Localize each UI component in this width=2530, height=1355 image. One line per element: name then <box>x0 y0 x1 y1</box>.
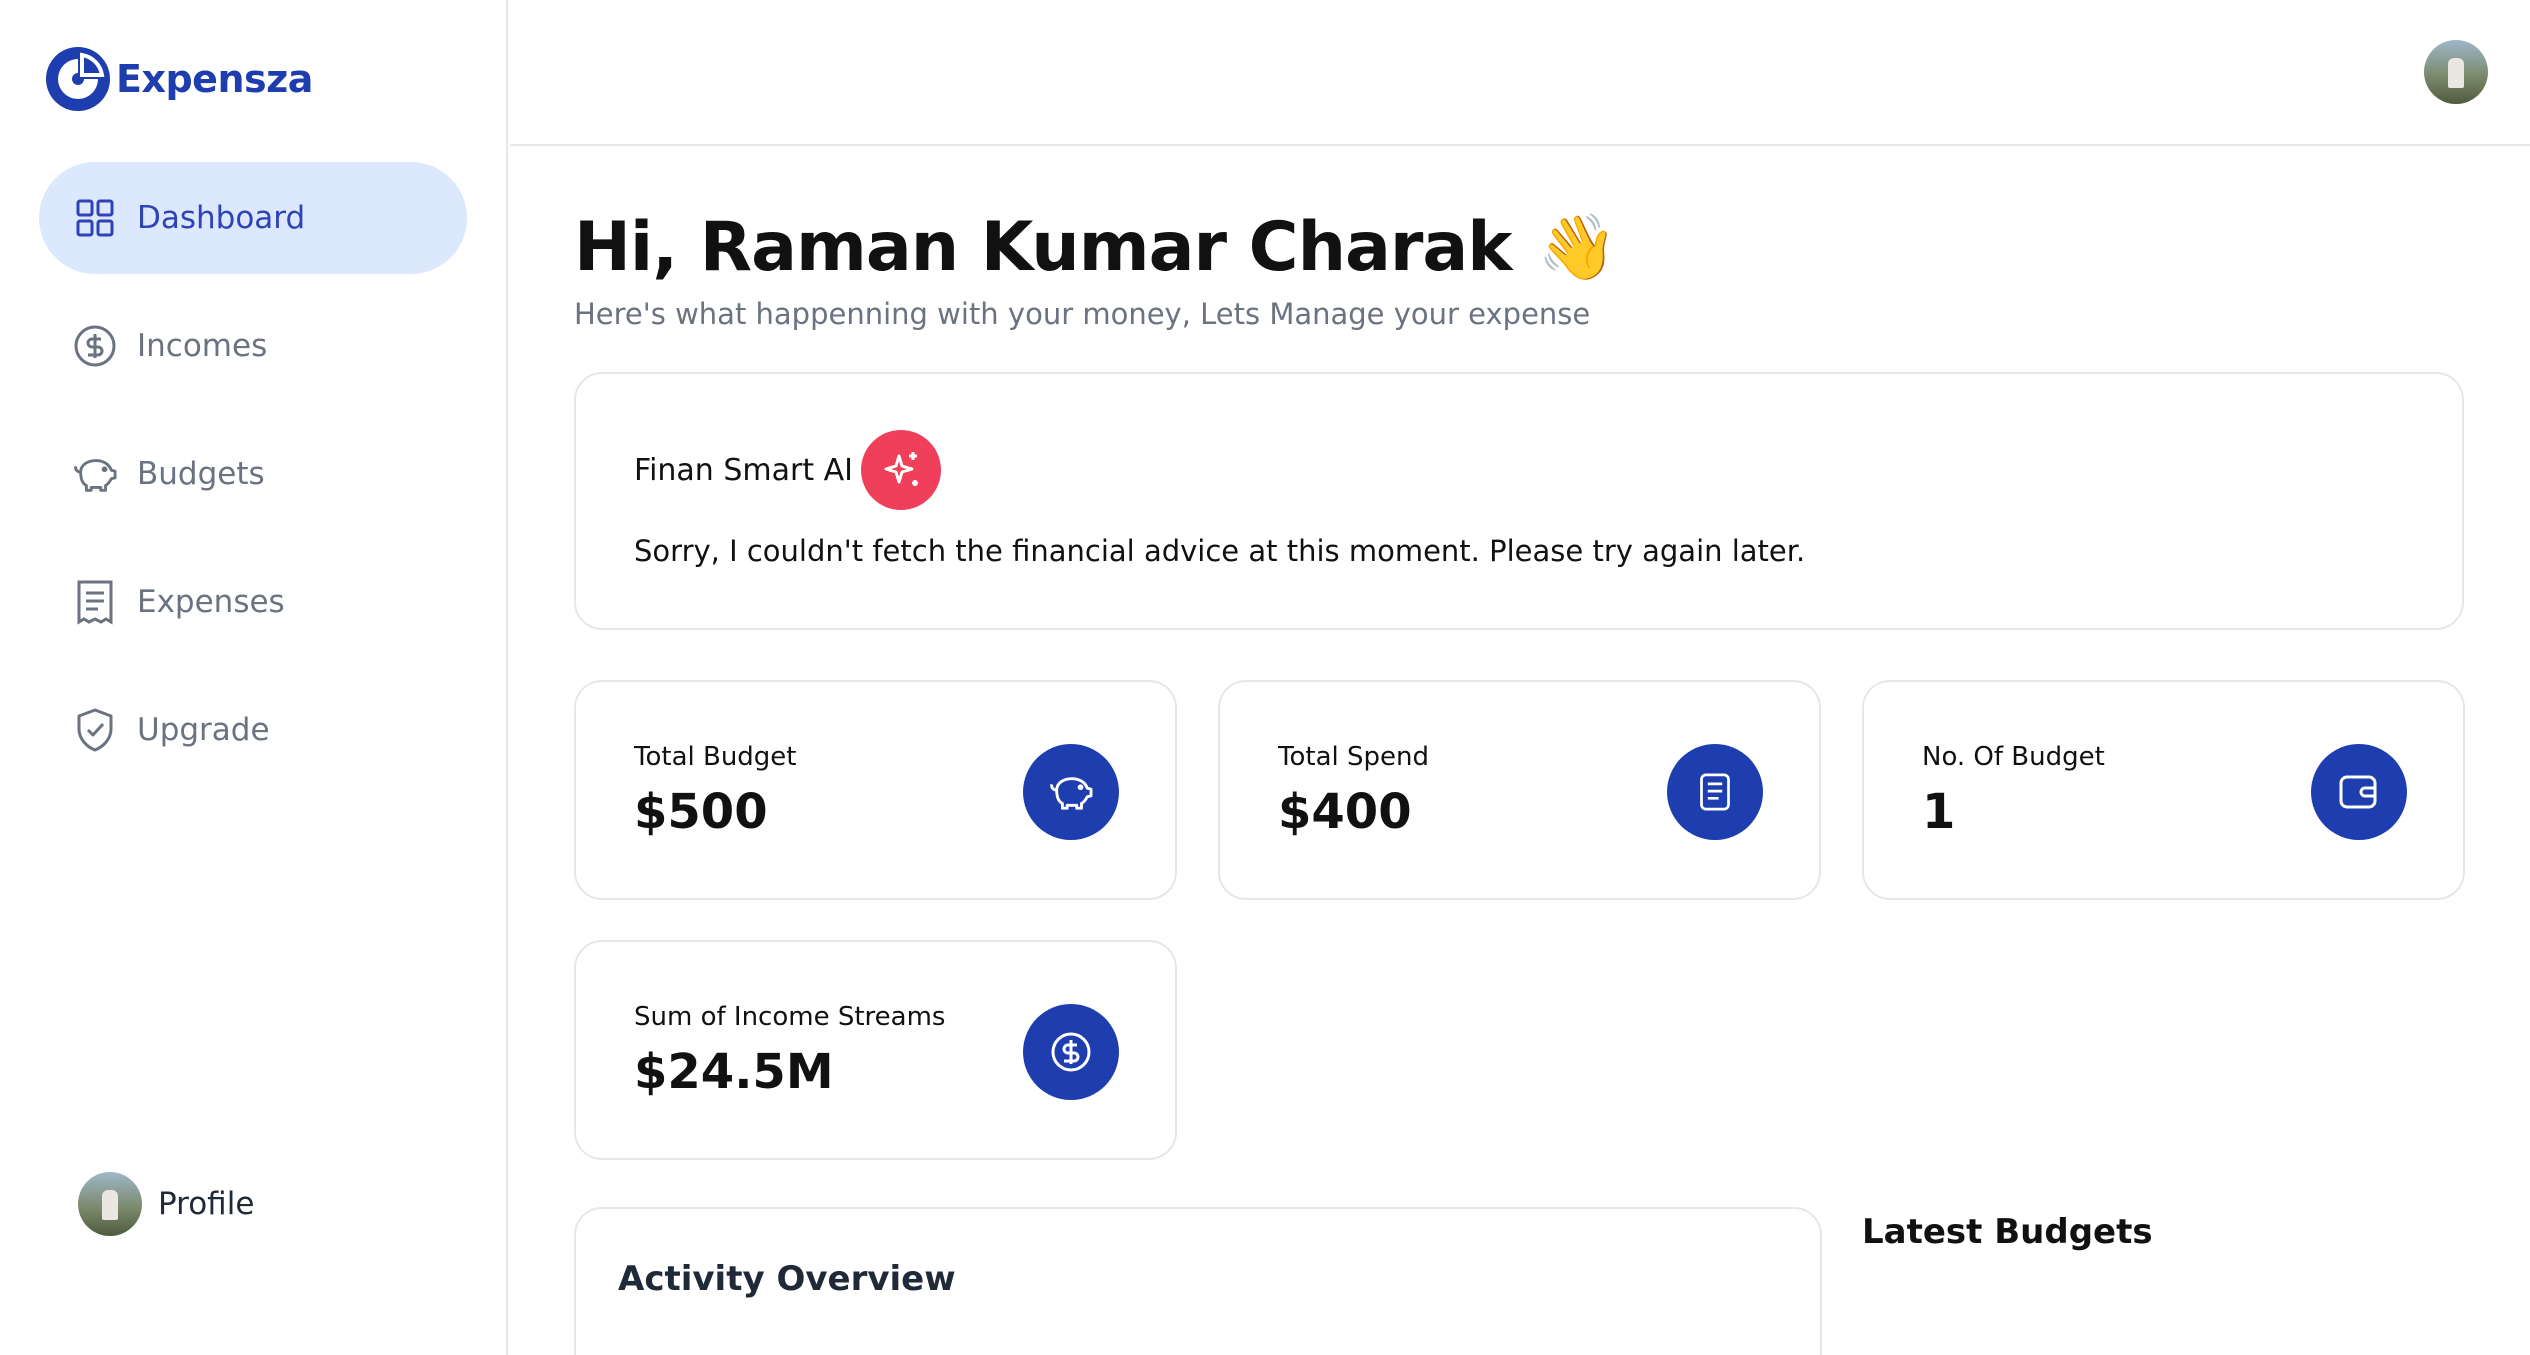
stat-card-total-spend: Total Spend $400 <box>1218 680 1821 900</box>
piggy-bank-icon <box>1023 744 1119 840</box>
logo-icon <box>46 47 110 111</box>
sidebar-item-incomes[interactable]: Incomes <box>39 290 467 402</box>
ai-advice-card: Finan Smart AI Sorry, I couldn't fetch t… <box>574 372 2464 630</box>
sidebar-item-label: Expenses <box>137 584 285 620</box>
wallet-icon <box>2311 744 2407 840</box>
stat-label: Total Budget <box>634 742 797 772</box>
avatar <box>78 1172 142 1236</box>
sidebar-item-upgrade[interactable]: Upgrade <box>39 674 467 786</box>
profile-link[interactable]: Profile <box>78 1172 254 1236</box>
greeting-text: Hi, Raman Kumar Charak <box>574 208 1513 287</box>
stat-value: $400 <box>1278 784 1412 840</box>
ai-card-header: Finan Smart AI <box>634 430 942 510</box>
receipt-icon <box>73 580 117 625</box>
activity-overview-title: Activity Overview <box>618 1259 956 1299</box>
activity-overview-card: Activity Overview <box>574 1207 1822 1355</box>
stat-value: $24.5M <box>634 1044 834 1100</box>
sidebar: Expensza Dashboard Incomes Budgets Expen… <box>0 0 508 1355</box>
sidebar-item-label: Budgets <box>137 456 265 492</box>
profile-label: Profile <box>158 1186 255 1222</box>
receipt-icon <box>1667 744 1763 840</box>
user-avatar-button[interactable] <box>2424 40 2488 104</box>
sidebar-item-dashboard[interactable]: Dashboard <box>39 162 467 274</box>
sidebar-item-label: Upgrade <box>137 712 270 748</box>
shield-check-icon <box>73 708 117 752</box>
page-subtitle: Here's what happenning with your money, … <box>574 297 1591 331</box>
piggy-bank-icon <box>73 452 117 496</box>
wave-emoji-icon: 👋 <box>1537 211 1618 285</box>
sparkles-icon <box>861 430 942 510</box>
app-name: Expensza <box>116 57 313 101</box>
sidebar-item-budgets[interactable]: Budgets <box>39 418 467 530</box>
dollar-circle-icon <box>73 324 117 368</box>
ai-message: Sorry, I couldn't fetch the financial ad… <box>634 534 1806 568</box>
stat-label: Total Spend <box>1278 742 1429 772</box>
stat-card-income-streams: Sum of Income Streams $24.5M <box>574 940 1177 1160</box>
stat-label: No. Of Budget <box>1922 742 2105 772</box>
ai-title: Finan Smart AI <box>634 452 854 488</box>
top-bar <box>510 0 2530 146</box>
stat-card-total-budget: Total Budget $500 <box>574 680 1177 900</box>
stat-card-no-of-budget: No. Of Budget 1 <box>1862 680 2465 900</box>
sidebar-nav: Dashboard Incomes Budgets Expenses Upgra… <box>39 162 467 802</box>
dollar-circle-icon <box>1023 1004 1119 1100</box>
stat-value: 1 <box>1922 784 1956 840</box>
grid-icon <box>73 196 117 240</box>
stat-value: $500 <box>634 784 768 840</box>
sidebar-item-label: Incomes <box>137 328 268 364</box>
latest-budgets-title: Latest Budgets <box>1862 1212 2153 1252</box>
page-title: Hi, Raman Kumar Charak 👋 <box>574 208 1618 287</box>
stat-label: Sum of Income Streams <box>634 1002 946 1032</box>
app-logo[interactable]: Expensza <box>44 45 313 113</box>
sidebar-item-expenses[interactable]: Expenses <box>39 546 467 658</box>
sidebar-item-label: Dashboard <box>137 200 306 236</box>
